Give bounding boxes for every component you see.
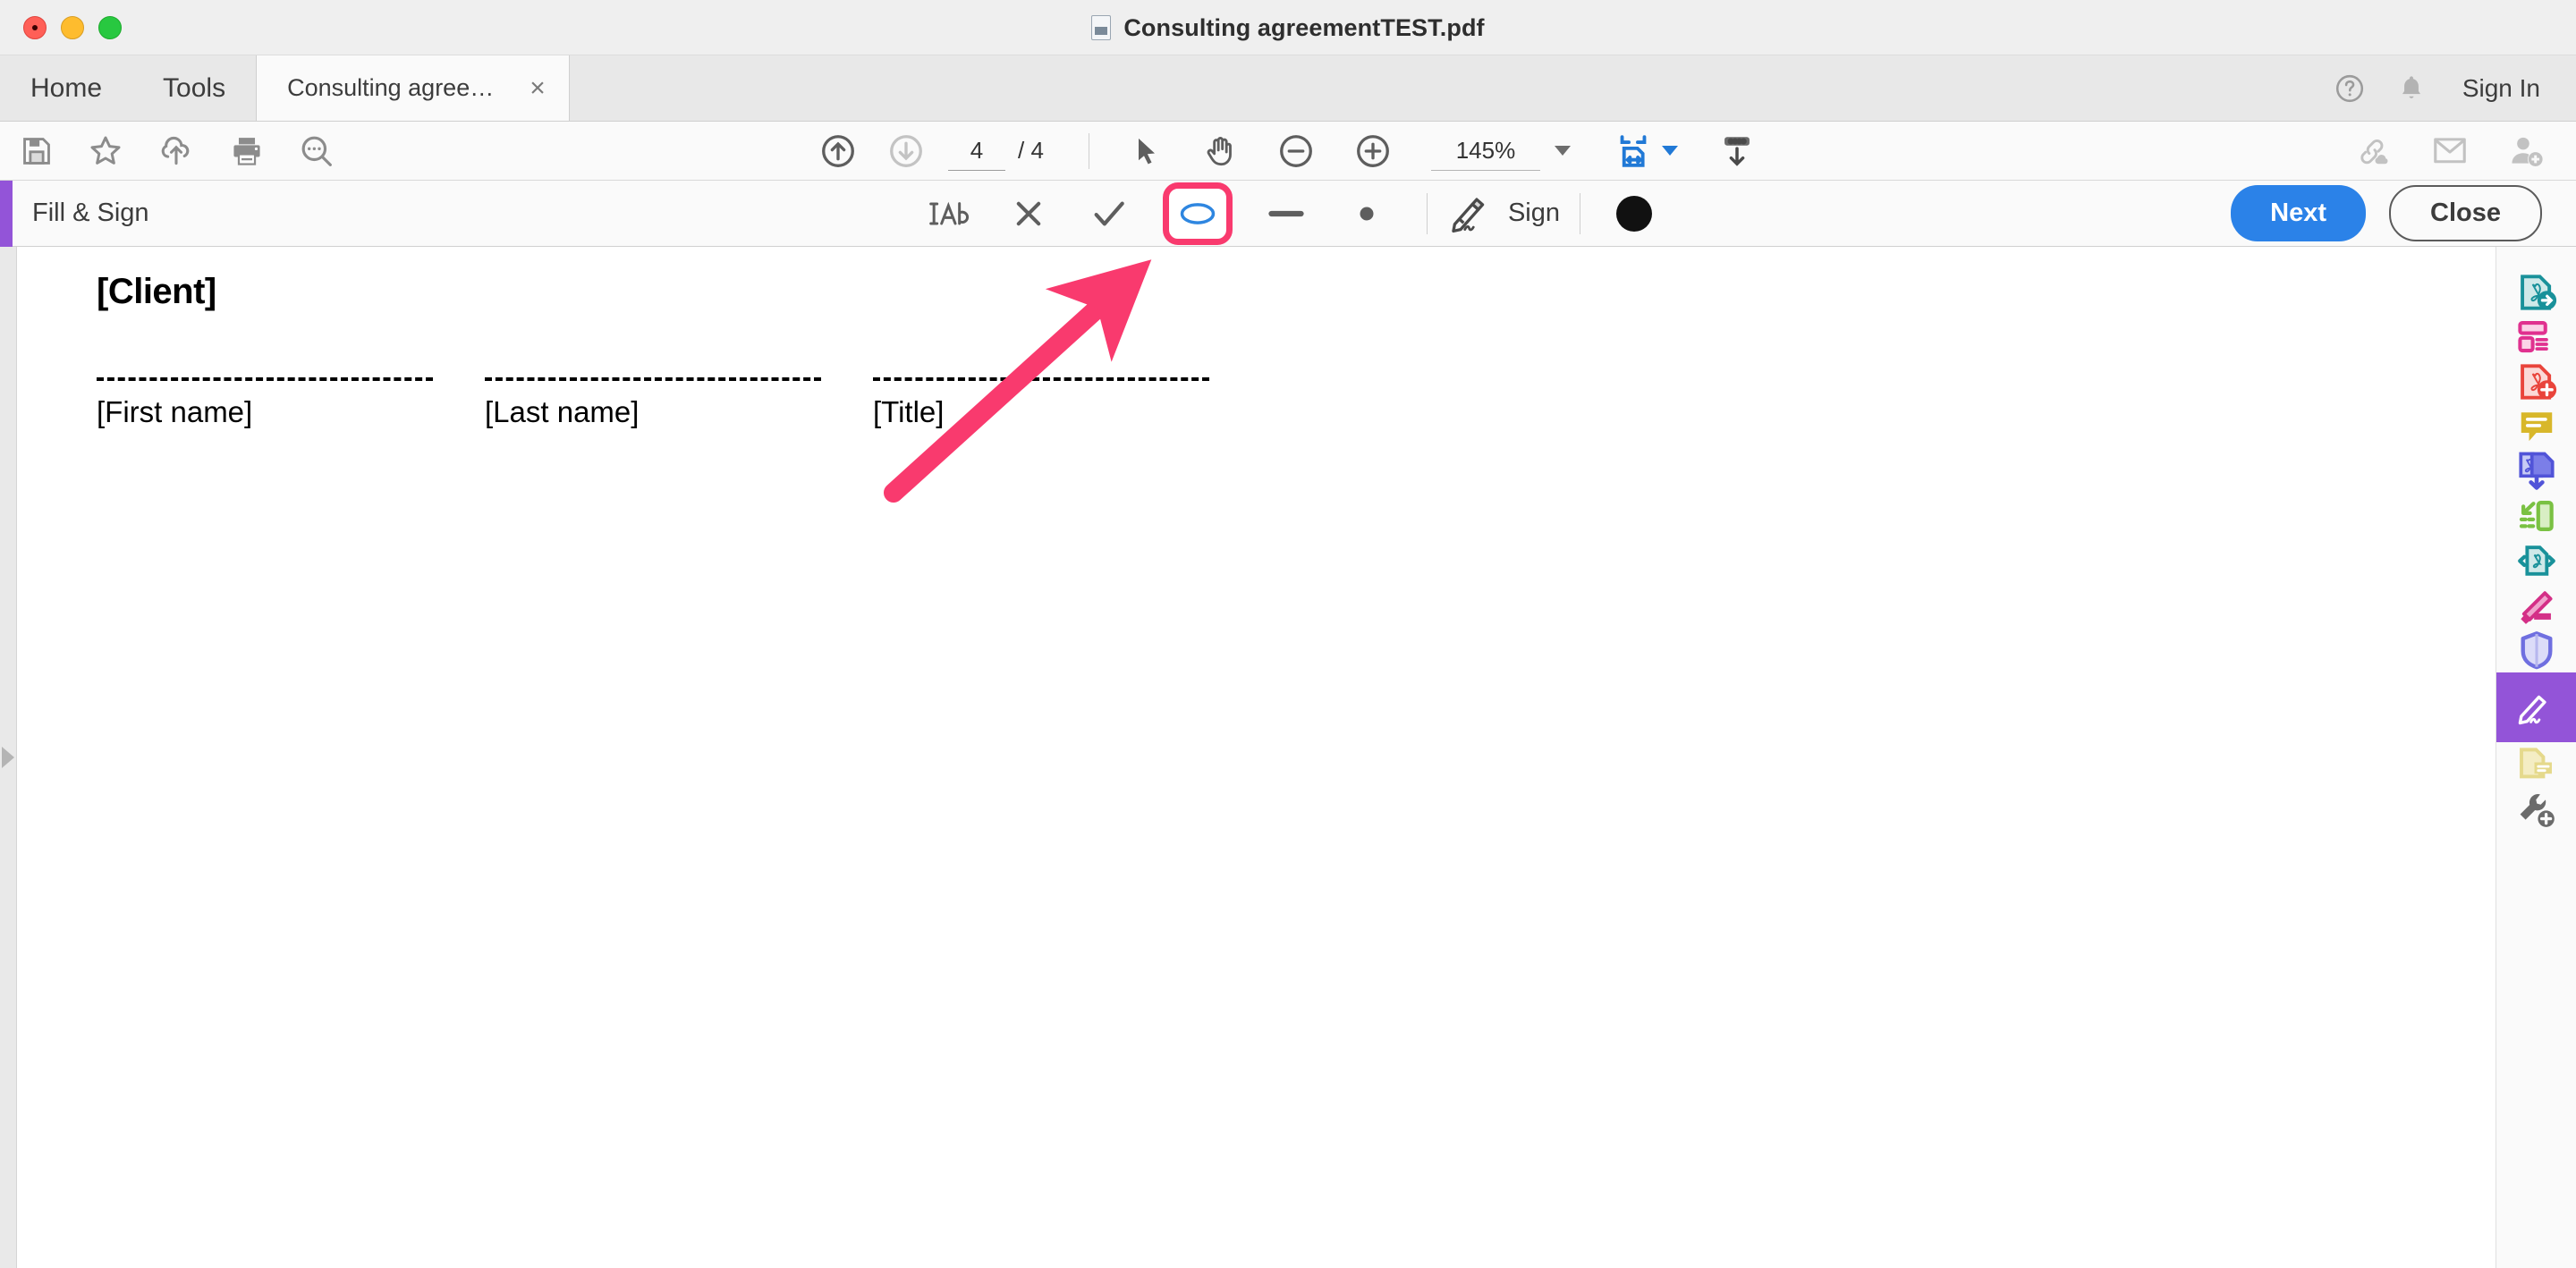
close-button[interactable]: Close [2389, 185, 2542, 241]
fill-and-sign-tools: Sign [0, 181, 2576, 247]
zoom-level-input[interactable]: 145% [1430, 131, 1540, 171]
share-link-icon[interactable] [2354, 133, 2392, 169]
email-icon[interactable] [2431, 134, 2469, 168]
fill-and-sign-actions: Next Close [2231, 185, 2542, 241]
document-tab-label: Consulting agree… [287, 74, 495, 101]
right-panel-item-more-tools[interactable] [2496, 787, 2576, 832]
fit-width-icon[interactable] [1614, 131, 1653, 171]
add-person-icon[interactable] [2508, 133, 2546, 169]
right-panel-item-compress-pdf[interactable] [2496, 538, 2576, 583]
field-label-title: [Title] [873, 395, 945, 428]
tab-tools[interactable]: Tools [132, 55, 256, 121]
tab-bar-right: Sign In [2334, 55, 2576, 121]
line-tool[interactable] [1260, 190, 1312, 237]
field-label-first-name: [First name] [97, 395, 253, 428]
right-panel-item-protect[interactable] [2496, 628, 2576, 672]
signature-rule-3 [873, 377, 1209, 381]
toolbar-right-group [2354, 133, 2546, 169]
next-button[interactable]: Next [2231, 185, 2367, 241]
document-page: [Client] [First name] [Last name] [Title… [18, 247, 2496, 1268]
checkmark-tool[interactable] [1083, 190, 1135, 237]
page-number-input[interactable]: 4 [948, 131, 1006, 171]
right-tools-panel [2496, 247, 2576, 1268]
expand-panel-triangle-icon[interactable] [2, 747, 14, 768]
signature-rule-2 [485, 377, 821, 381]
scroll-mode-icon[interactable] [1717, 131, 1757, 171]
zoom-window-button[interactable] [98, 15, 122, 39]
signature-rule-1 [97, 377, 433, 381]
right-panel-item-create-pdf[interactable] [2496, 359, 2576, 404]
right-panel-item-comment[interactable] [2496, 404, 2576, 449]
window-controls[interactable] [23, 15, 122, 39]
title-bar [0, 0, 2576, 55]
zoom-in-icon[interactable] [1354, 132, 1392, 170]
left-panel-toggle[interactable] [0, 247, 17, 1268]
bell-icon[interactable] [2396, 73, 2427, 104]
field-label-last-name: [Last name] [485, 395, 640, 428]
sign-in-button[interactable]: Sign In [2457, 74, 2540, 103]
zoom-out-icon[interactable] [1277, 132, 1315, 170]
circle-tool[interactable] [1162, 182, 1233, 245]
close-window-button[interactable] [23, 15, 47, 39]
fit-dropdown-caret-icon[interactable] [1661, 146, 1678, 156]
fill-and-sign-toolbar: Fill & Sign Sign Next Close [0, 181, 2576, 247]
color-swatch-button[interactable] [1616, 195, 1653, 232]
hand-icon[interactable] [1202, 133, 1238, 169]
cross-tool[interactable] [1003, 190, 1055, 237]
right-panel-item-fill-and-sign[interactable] [2496, 672, 2576, 742]
right-panel-item-edit-pdf[interactable] [2496, 583, 2576, 628]
minimize-window-button[interactable] [61, 15, 84, 39]
document-heading: [Client] [97, 272, 216, 311]
cursor-arrow-icon[interactable] [1131, 134, 1163, 168]
right-panel-item-request-signatures[interactable] [2496, 742, 2576, 787]
sign-button[interactable]: Sign [1447, 194, 1560, 233]
right-panel-item-export-pdf[interactable] [2496, 270, 2576, 315]
fill-and-sign-divider-1 [1426, 192, 1428, 234]
arrow-down-circle-icon[interactable] [887, 132, 925, 170]
toolbar-center-group: 4 / 4 145% [0, 122, 2576, 181]
arrow-up-circle-icon[interactable] [819, 132, 857, 170]
sign-button-label: Sign [1507, 199, 1561, 227]
tab-home[interactable]: Home [0, 55, 132, 121]
dot-tool[interactable] [1341, 190, 1393, 237]
close-tab-icon[interactable]: × [530, 73, 546, 104]
right-panel-item-organize-pages[interactable] [2496, 315, 2576, 359]
tab-bar: Home Tools Consulting agree… × Sign In [0, 55, 2576, 122]
text-tool[interactable] [922, 190, 974, 237]
zoom-dropdown-caret-icon[interactable] [1554, 146, 1571, 156]
document-tab[interactable]: Consulting agree… × [256, 55, 570, 121]
tab-bar-spacer [570, 55, 2334, 121]
right-panel-item-combine-files[interactable] [2496, 449, 2576, 494]
right-panel-item-crop-pages[interactable] [2496, 494, 2576, 538]
page-total-label: / 4 [1018, 137, 1044, 164]
main-toolbar: 4 / 4 145% [0, 122, 2576, 181]
help-circle-icon[interactable] [2334, 72, 2366, 105]
acrobat-window: Consulting agreementTEST.pdf Home Tools … [0, 0, 2576, 1268]
